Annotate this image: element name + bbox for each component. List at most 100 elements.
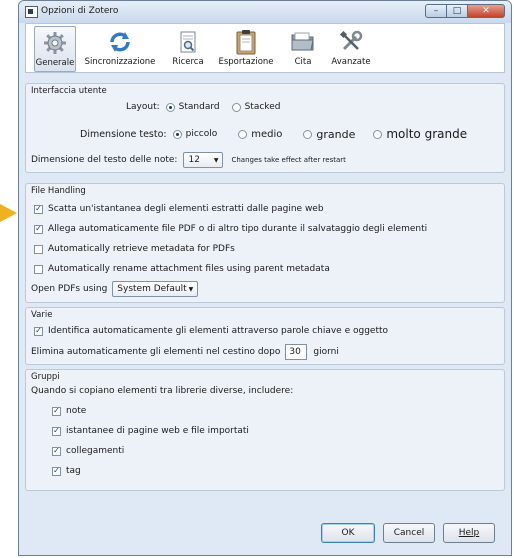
maximize-icon: □ [452, 6, 462, 16]
notes-font-label: Dimensione del testo delle note: [31, 155, 178, 165]
trash-unit: giorni [313, 347, 339, 357]
tab-label: Cita [294, 57, 312, 67]
app-window-icon [25, 6, 38, 18]
include-snapshots-option[interactable]: ✓ istantanee di pagine web e file import… [52, 426, 249, 436]
trash-row: Elimina automaticamente gli elementi nel… [31, 344, 339, 360]
tab-esportazione[interactable]: Esportazione [216, 26, 276, 72]
button-label: Cancel [393, 528, 425, 538]
radio-label: molto grande [386, 127, 468, 141]
sync-icon [108, 29, 132, 55]
trash-days-input[interactable]: 30 [285, 344, 308, 360]
window-controls: – □ ✕ [425, 4, 505, 18]
preferences-toolbar: Generale Sincronizzazione Ricerca Esport… [25, 23, 505, 73]
copy-label: Quando si copiano elementi tra librerie … [31, 386, 294, 396]
retrieve-metadata-option[interactable]: Automatically retrieve metadata for PDFs [34, 244, 235, 254]
snapshot-checkbox[interactable]: ✓ [34, 204, 43, 214]
radio-label: medio [251, 128, 283, 140]
option-label: Automatically rename attachment files us… [48, 264, 330, 274]
open-pdfs-label: Open PDFs using [31, 284, 108, 294]
maximize-button[interactable]: □ [446, 4, 468, 18]
highlight-arrow-icon [0, 204, 17, 222]
group-legend: Gruppi [31, 372, 60, 382]
file-handling-group: File Handling ✓ Scatta un'istantanea deg… [25, 183, 505, 303]
restart-hint: Changes take effect after restart [231, 156, 346, 164]
gear-icon [43, 30, 67, 56]
option-label: Automatically retrieve metadata for PDFs [48, 244, 235, 254]
attach-pdf-checkbox[interactable]: ✓ [34, 224, 43, 234]
option-label: note [66, 406, 87, 416]
tools-icon [339, 29, 363, 55]
search-doc-icon [176, 29, 200, 55]
radio-label: piccolo [185, 129, 218, 139]
tab-generale[interactable]: Generale [34, 26, 76, 72]
button-label: Help [458, 528, 480, 538]
rename-attachments-option[interactable]: Automatically rename attachment files us… [34, 264, 330, 274]
tab-label: Avanzate [331, 57, 371, 67]
font-size-radio-molto-grande[interactable] [373, 129, 383, 139]
tab-label: Ricerca [172, 57, 204, 67]
chevron-down-icon: ▼ [213, 156, 219, 164]
open-pdfs-select[interactable]: System Default ▼ [112, 281, 199, 297]
tab-avanzate[interactable]: Avanzate [326, 26, 376, 72]
select-value: 12 [188, 155, 200, 165]
layout-row: Layout: Standard Stacked [126, 102, 280, 112]
radio-label: Standard [178, 102, 220, 112]
notes-font-select[interactable]: 12 ▼ [183, 152, 224, 168]
help-button[interactable]: Help [443, 523, 495, 543]
select-value: System Default [117, 284, 187, 294]
chevron-down-icon: ▼ [188, 285, 194, 293]
trash-label: Elimina automaticamente gli elementi nel… [31, 347, 281, 357]
group-legend: Interfaccia utente [31, 86, 107, 96]
include-notes-option[interactable]: ✓ note [52, 406, 86, 416]
button-label: OK [341, 528, 355, 538]
cancel-button[interactable]: Cancel [383, 523, 435, 543]
auto-tag-checkbox[interactable]: ✓ [34, 326, 43, 336]
open-pdfs-row: Open PDFs using System Default ▼ [31, 281, 199, 297]
tab-sincronizzazione[interactable]: Sincronizzazione [81, 26, 159, 72]
tab-label: Esportazione [218, 57, 274, 67]
rename-attachments-checkbox[interactable] [34, 264, 43, 274]
layout-radio-stacked[interactable] [231, 102, 241, 112]
font-size-radio-piccolo[interactable] [172, 129, 182, 139]
minimize-button[interactable]: – [425, 4, 447, 18]
group-legend: Varie [31, 310, 53, 320]
include-links-option[interactable]: ✓ collegamenti [52, 446, 124, 456]
ok-button[interactable]: OK [321, 523, 375, 543]
attach-pdf-option[interactable]: ✓ Allega automaticamente file PDF o di a… [34, 224, 427, 234]
layout-label: Layout: [126, 102, 160, 112]
option-label: istantanee di pagine web e file importat… [66, 426, 249, 436]
window-title: Opzioni di Zotero [41, 6, 119, 16]
layout-radio-standard[interactable] [165, 102, 175, 112]
user-interface-group: Interfaccia utente Layout: Standard Stac… [25, 83, 505, 173]
retrieve-metadata-checkbox[interactable] [34, 244, 43, 254]
close-button[interactable]: ✕ [467, 4, 505, 18]
font-size-row: Dimensione testo: piccolo medio grande m… [80, 127, 467, 141]
misc-group: Varie ✓ Identifica automaticamente gli e… [25, 307, 505, 365]
title-bar[interactable]: Opzioni di Zotero – □ ✕ [19, 1, 511, 23]
tab-label: Sincronizzazione [84, 57, 156, 67]
include-tags-checkbox[interactable]: ✓ [52, 466, 61, 476]
folder-icon [290, 29, 316, 55]
option-label: Scatta un'istantanea degli elementi estr… [48, 204, 324, 214]
include-snapshots-checkbox[interactable]: ✓ [52, 426, 61, 436]
option-label: Identifica automaticamente gli elementi … [48, 326, 389, 336]
tab-ricerca[interactable]: Ricerca [166, 26, 210, 72]
option-label: Allega automaticamente file PDF o di alt… [48, 224, 428, 234]
radio-label: grande [316, 127, 356, 141]
clipboard-icon [234, 29, 258, 55]
preferences-window: Opzioni di Zotero – □ ✕ Generale Sincron… [18, 0, 512, 556]
option-label: collegamenti [66, 446, 125, 456]
include-links-checkbox[interactable]: ✓ [52, 446, 61, 456]
font-size-radio-grande[interactable] [303, 129, 313, 139]
font-size-radio-medio[interactable] [238, 129, 248, 139]
tab-cita[interactable]: Cita [288, 26, 318, 72]
auto-tag-option[interactable]: ✓ Identifica automaticamente gli element… [34, 326, 388, 336]
radio-label: Stacked [244, 102, 281, 112]
notes-font-row: Dimensione del testo delle note: 12 ▼ Ch… [31, 152, 346, 168]
input-value: 30 [289, 347, 301, 357]
include-tags-option[interactable]: ✓ tag [52, 466, 81, 476]
minimize-icon: – [433, 6, 439, 16]
font-size-label: Dimensione testo: [80, 128, 167, 140]
snapshot-option[interactable]: ✓ Scatta un'istantanea degli elementi es… [34, 204, 324, 214]
include-notes-checkbox[interactable]: ✓ [52, 406, 61, 416]
